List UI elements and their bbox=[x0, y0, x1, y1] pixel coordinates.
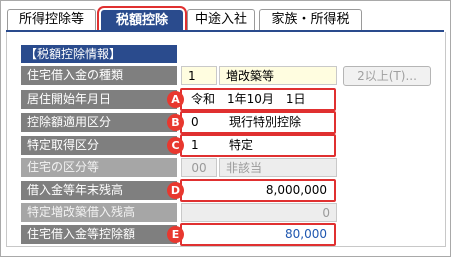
year-end-balance-label: 借入金等年末残高 bbox=[21, 181, 177, 200]
marker-a-badge: A bbox=[167, 91, 184, 108]
marker-e-badge: E bbox=[167, 226, 184, 243]
marker-c-badge: C bbox=[167, 137, 184, 154]
tab-family-income-tax[interactable]: 家族・所得税 bbox=[259, 9, 362, 31]
special-balance-value: 0 bbox=[181, 203, 337, 222]
special-acquisition-label: 特定取得区分 bbox=[21, 136, 177, 155]
deduction-amount-label: 住宅借入金等控除額 bbox=[21, 225, 177, 244]
highlight-c bbox=[180, 134, 336, 157]
marker-b-badge: B bbox=[167, 114, 184, 131]
section-title: 【税額控除情報】 bbox=[21, 45, 177, 63]
house-category-code: 00 bbox=[181, 158, 217, 177]
highlight-b bbox=[180, 111, 336, 134]
second-or-more-button[interactable]: 2以上(T)... bbox=[343, 66, 431, 86]
loan-type-code-input[interactable]: 1 bbox=[181, 66, 217, 85]
house-category-label: 住宅の区分等 bbox=[21, 158, 177, 177]
loan-type-label: 住宅借入金の種類 bbox=[21, 66, 177, 85]
marker-d-badge: D bbox=[167, 182, 184, 199]
highlight-a bbox=[180, 88, 336, 111]
tab-mid-year-hire[interactable]: 中途入社 bbox=[187, 9, 255, 31]
special-balance-label: 特定増改築借入残高 bbox=[21, 203, 177, 222]
deduction-category-label: 控除額適用区分 bbox=[21, 113, 177, 132]
loan-type-value: 増改築等 bbox=[219, 66, 337, 85]
highlight-d bbox=[180, 179, 336, 202]
tab-income-deduction[interactable]: 所得控除等 bbox=[7, 9, 96, 31]
move-in-date-label: 居住開始年月日 bbox=[21, 90, 177, 109]
highlight-e bbox=[180, 223, 336, 246]
house-category-value: 非該当 bbox=[219, 158, 337, 177]
tab-tax-credit[interactable]: 税額控除 bbox=[101, 10, 183, 32]
